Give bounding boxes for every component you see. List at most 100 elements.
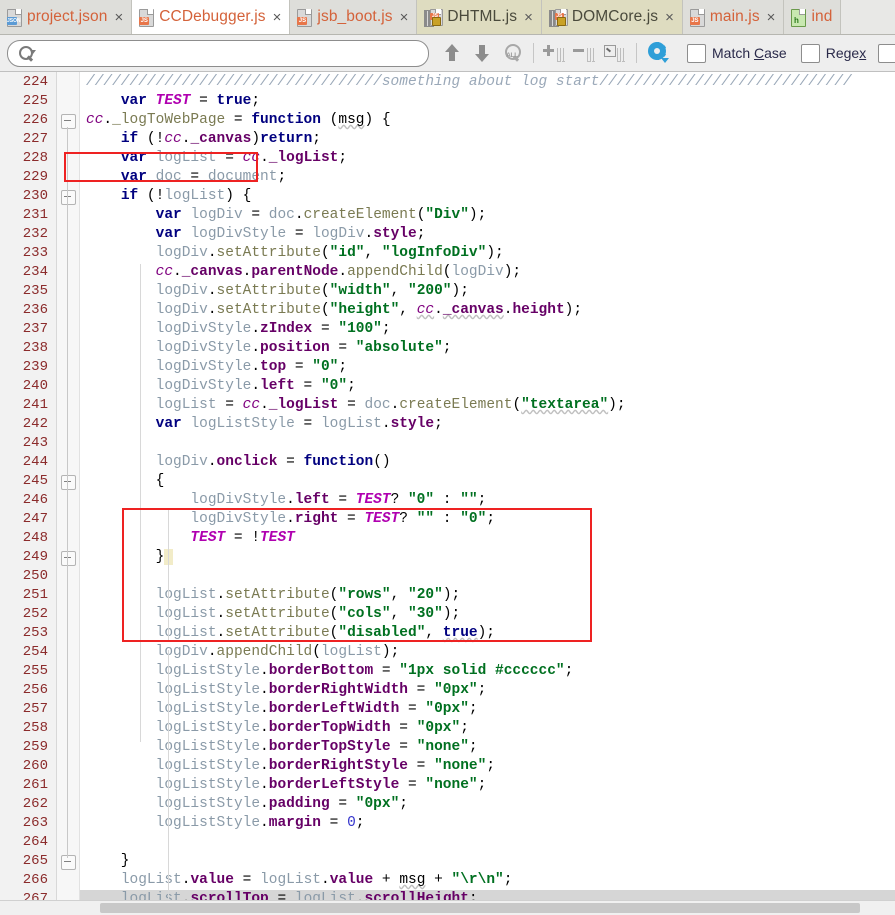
select-all-occurrences-button[interactable] [602,39,628,67]
regex-option[interactable]: Regex [800,43,866,63]
code-line[interactable]: logListStyle.borderRightStyle = "none"; [80,757,895,776]
find-previous-button[interactable] [439,39,465,67]
find-settings-button[interactable] [645,39,671,67]
code-line[interactable]: { [80,472,895,491]
find-all-button[interactable]: ALL [499,39,525,67]
line-number: 241 [22,397,48,413]
editor-tab-project-json[interactable]: JSON project.json × [0,0,133,34]
code-line[interactable]: logList.setAttribute("cols", "30"); [80,605,895,624]
fold-toggle-icon[interactable] [61,190,76,205]
remove-selection-button[interactable] [572,39,598,67]
code-line[interactable]: logListStyle.borderRightWidth = "0px"; [80,681,895,700]
find-next-button[interactable] [469,39,495,67]
code-folding-strip[interactable] [57,72,80,900]
magnifier-dropdown-icon[interactable] [18,45,36,62]
match-case-checkbox[interactable] [687,43,706,63]
code-line[interactable]: logListStyle.padding = "0px"; [80,795,895,814]
code-line[interactable]: var TEST = true; [80,92,895,111]
html-file-icon: h [791,8,807,27]
fold-toggle-icon[interactable] [61,114,76,129]
fold-toggle-icon[interactable] [61,855,76,870]
regex-checkbox[interactable] [800,43,820,63]
code-line[interactable]: var logDivStyle = logDiv.style; [80,225,895,244]
code-line[interactable]: logDivStyle.left = TEST? "0" : ""; [80,491,895,510]
code-line[interactable] [80,833,895,852]
code-line[interactable]: logDivStyle.right = TEST? "" : "0"; [80,510,895,529]
code-line[interactable]: logDivStyle.position = "absolute"; [80,339,895,358]
code-line[interactable]: logDiv.onclick = function() [80,453,895,472]
add-selection-button[interactable] [542,39,568,67]
editor-tab-jsb-boot-js[interactable]: JS jsb_boot.js × [290,0,418,34]
editor-tab-dhtml-js[interactable]: JS DHTML.js × [417,0,542,34]
code-line[interactable]: logList.value = logList.value + msg + "\… [80,871,895,890]
fold-toggle-icon[interactable] [61,475,76,490]
close-icon[interactable]: × [114,10,123,25]
code-line[interactable]: logListStyle.borderBottom = "1px solid #… [80,662,895,681]
code-line[interactable]: logListStyle.borderLeftStyle = "none"; [80,776,895,795]
line-number: 256 [22,682,48,698]
editor-tab-ind[interactable]: h ind [784,0,842,34]
code-line[interactable]: cc._logToWebPage = function (msg) { [80,111,895,130]
code-editor[interactable]: 224 225 226 227 228 229 230 231 232 233 234 235 236 2… [0,72,895,900]
code-line[interactable]: logList.scrollTop = logList.scrollHeight… [80,890,895,900]
editor-tab-domcore-js[interactable]: JS DOMCore.js × [541,0,683,34]
code-line[interactable]: logListStyle.borderLeftWidth = "0px"; [80,700,895,719]
close-icon[interactable]: × [400,10,409,25]
line-number: 257 [22,701,48,717]
line-number: 253 [22,625,48,641]
code-line[interactable]: logDivStyle.zIndex = "100"; [80,320,895,339]
third-option[interactable] [878,43,895,63]
code-line[interactable]: if (!logList) { [80,187,895,206]
line-number: 237 [22,321,48,337]
code-line[interactable]: logDiv.appendChild(logList); [80,643,895,662]
code-content[interactable]: //////////////////////////////////someth… [80,72,895,900]
editor-tab-ccdebugger-js[interactable]: JS CCDebugger.js × [132,0,291,34]
code-line[interactable]: logDivStyle.top = "0"; [80,358,895,377]
code-line[interactable] [80,567,895,586]
code-line[interactable]: if (!cc._canvas)return; [80,130,895,149]
search-input[interactable] [34,42,418,64]
code-line[interactable]: var logDiv = doc.createElement("Div"); [80,206,895,225]
editor-tab-main-js[interactable]: JS main.js × [682,0,785,34]
code-line[interactable]: logList.setAttribute("rows", "20"); [80,586,895,605]
horizontal-scrollbar[interactable] [0,900,895,915]
select-all-occurrences-icon [604,44,625,62]
code-line[interactable]: } [80,548,895,567]
third-checkbox[interactable] [878,43,895,63]
close-icon[interactable]: × [524,10,533,25]
line-number: 249 [22,549,48,565]
code-line[interactable]: logList.setAttribute("disabled", true); [80,624,895,643]
close-icon[interactable]: × [767,10,776,25]
code-line[interactable]: logListStyle.margin = 0; [80,814,895,833]
line-number: 236 [22,302,48,318]
code-line[interactable]: var doc = document; [80,168,895,187]
line-number: 266 [22,872,48,888]
line-number: 231 [22,207,48,223]
match-case-option[interactable]: Match Case [687,43,787,63]
match-case-label: Match Case [712,45,787,61]
line-number: 238 [22,340,48,356]
code-line[interactable]: var logListStyle = logList.style; [80,415,895,434]
code-line[interactable] [80,434,895,453]
search-field[interactable] [7,39,429,67]
horizontal-scrollbar-thumb[interactable] [100,903,860,913]
close-icon[interactable]: × [273,10,282,25]
add-selection-icon [543,44,565,62]
code-line[interactable]: logList = cc._logList = doc.createElemen… [80,396,895,415]
code-line[interactable]: logDivStyle.left = "0"; [80,377,895,396]
code-line[interactable]: cc._canvas.parentNode.appendChild(logDiv… [80,263,895,282]
code-line[interactable]: TEST = !TEST [80,529,895,548]
code-line[interactable]: logListStyle.borderTopStyle = "none"; [80,738,895,757]
code-line[interactable]: } [80,852,895,871]
ide-window: JSON project.json × JS CCDebugger.js × JS jsb_b… [0,0,895,915]
code-line[interactable]: //////////////////////////////////someth… [80,73,895,92]
fold-toggle-icon[interactable] [61,551,76,566]
close-icon[interactable]: × [665,10,674,25]
code-line[interactable]: logDiv.setAttribute("height", cc._canvas… [80,301,895,320]
json-file-icon: JSON [7,8,22,27]
code-line[interactable]: logListStyle.borderTopWidth = "0px"; [80,719,895,738]
code-line[interactable]: logDiv.setAttribute("id", "logInfoDiv"); [80,244,895,263]
editor-tab-label: CCDebugger.js [159,8,266,25]
code-line[interactable]: var logList = cc._logList; [80,149,895,168]
code-line[interactable]: logDiv.setAttribute("width", "200"); [80,282,895,301]
